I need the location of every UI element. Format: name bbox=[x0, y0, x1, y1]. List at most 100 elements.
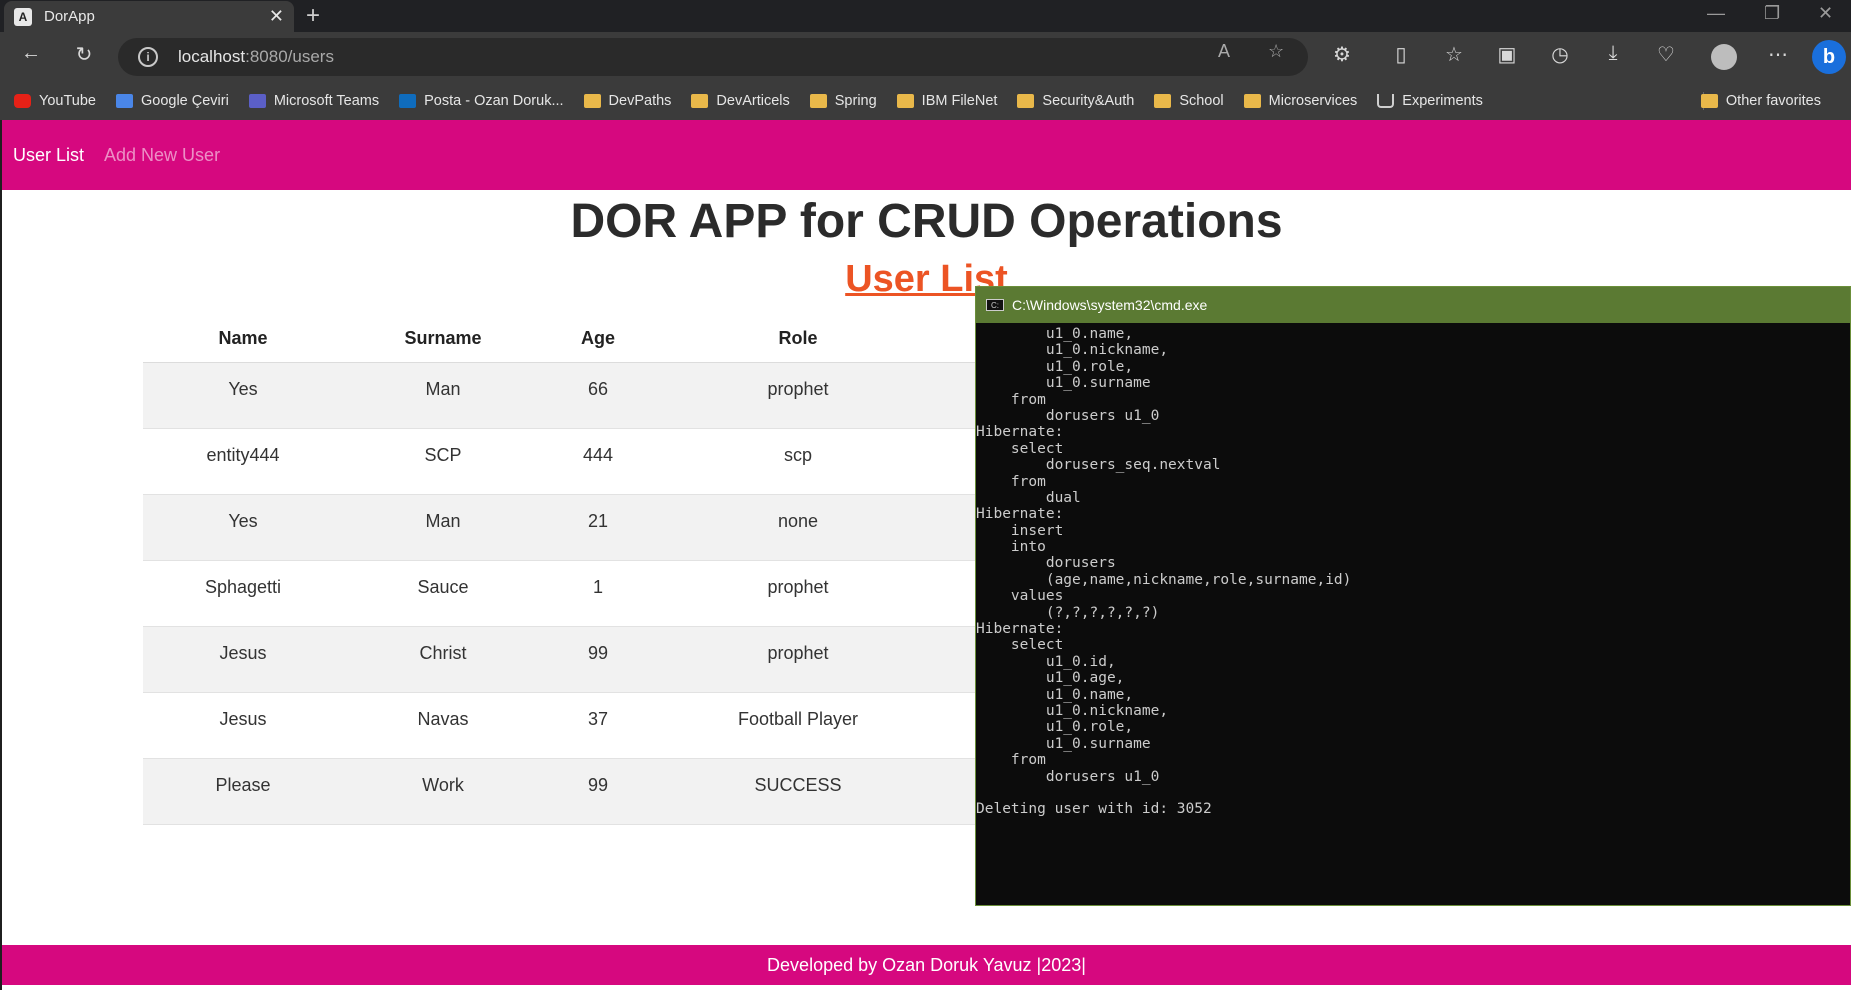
flask-icon bbox=[1377, 94, 1395, 108]
more-options-icon[interactable]: ⋯ bbox=[1763, 42, 1793, 67]
address-path: :8080/users bbox=[245, 47, 334, 66]
table-cell: 37 bbox=[543, 692, 653, 759]
bookmark-item[interactable]: Spring bbox=[809, 93, 877, 109]
google-translate-icon bbox=[115, 94, 133, 108]
browser-tab[interactable]: A DorApp ✕ bbox=[4, 1, 294, 32]
window-close-icon[interactable]: ✕ bbox=[1818, 3, 1833, 24]
table-cell: Sauce bbox=[343, 560, 543, 627]
address-bar[interactable]: i localhost:8080/users bbox=[118, 38, 1308, 76]
table-cell: 444 bbox=[543, 428, 653, 495]
console-line: dorusers u1_0 bbox=[976, 768, 1160, 785]
collections-icon[interactable]: ▣ bbox=[1492, 42, 1522, 67]
column-header[interactable]: Name bbox=[143, 316, 343, 363]
address-host: localhost bbox=[178, 47, 246, 66]
console-line: into bbox=[976, 539, 1046, 556]
bookmark-item[interactable]: Microservices bbox=[1243, 93, 1357, 109]
table-cell: scp bbox=[653, 428, 943, 495]
console-line: dorusers bbox=[976, 555, 1116, 572]
table-cell: Navas bbox=[343, 692, 543, 759]
console-line: u1_0.name, bbox=[976, 326, 1134, 342]
table-cell: Jesus bbox=[143, 626, 343, 693]
table-cell: Christ bbox=[343, 626, 543, 693]
console-line: u1_0.name, bbox=[976, 686, 1134, 703]
new-tab-icon[interactable]: + bbox=[306, 2, 320, 30]
bookmarks-bar: YouTube Google Çeviri Microsoft Teams Posta… bbox=[0, 82, 1851, 120]
console-line: insert bbox=[976, 522, 1064, 539]
cmd-output[interactable]: u1_0.name, u1_0.nickname, u1_0.role, u1_… bbox=[976, 323, 1850, 817]
browser-essentials-icon[interactable]: ♡ bbox=[1651, 42, 1681, 67]
table-cell: Football Player bbox=[653, 692, 943, 759]
column-header[interactable]: Surname bbox=[343, 316, 543, 363]
app-footer: Developed by Ozan Doruk Yavuz |2023| bbox=[2, 945, 1851, 985]
bookmark-item[interactable]: Google Çeviri bbox=[115, 93, 229, 109]
bookmark-label: School bbox=[1179, 93, 1224, 109]
youtube-icon bbox=[14, 94, 31, 108]
folder-icon bbox=[1243, 94, 1261, 108]
site-info-icon[interactable]: i bbox=[138, 47, 158, 67]
table-cell: Man bbox=[343, 362, 543, 429]
bookmark-label: Google Çeviri bbox=[140, 93, 229, 109]
console-line: u1_0.role, bbox=[976, 358, 1134, 375]
bookmark-label: DevArticels bbox=[716, 93, 790, 109]
cmd-title: C:\Windows\system32\cmd.exe bbox=[1012, 297, 1208, 313]
column-header[interactable]: Role bbox=[653, 316, 943, 363]
extensions-icon[interactable]: ⚙ bbox=[1327, 42, 1357, 67]
bing-copilot-icon[interactable]: b bbox=[1812, 40, 1846, 74]
bookmark-other-favorites[interactable]: Other favorites bbox=[1700, 82, 1821, 120]
console-line: from bbox=[976, 391, 1046, 408]
minimize-icon[interactable]: — bbox=[1707, 3, 1725, 24]
bookmark-item[interactable]: School bbox=[1154, 93, 1224, 109]
bookmark-item[interactable]: YouTube bbox=[14, 93, 96, 109]
bookmark-label: Security&Auth bbox=[1042, 93, 1135, 109]
console-line: (?,?,?,?,?,?) bbox=[976, 604, 1160, 621]
table-cell: Please bbox=[143, 758, 343, 825]
bookmark-item[interactable]: Experiments bbox=[1377, 93, 1483, 109]
bookmark-item[interactable]: DevPaths bbox=[583, 93, 672, 109]
bookmark-item[interactable]: DevArticels bbox=[691, 93, 790, 109]
bookmark-label: DevPaths bbox=[608, 93, 672, 109]
profile-avatar[interactable] bbox=[1711, 44, 1737, 70]
read-aloud-icon[interactable]: A bbox=[1218, 41, 1230, 62]
bookmark-item[interactable]: Posta - Ozan Doruk... bbox=[399, 93, 564, 109]
table-cell: Yes bbox=[143, 494, 343, 561]
cmd-window[interactable]: C: C:\Windows\system32\cmd.exe u1_0.name… bbox=[975, 286, 1851, 906]
console-line: u1_0.age, bbox=[976, 670, 1125, 687]
table-cell: SUCCESS bbox=[653, 758, 943, 825]
refresh-icon[interactable]: ↻ bbox=[69, 42, 99, 67]
nav-user-list-link[interactable]: User List bbox=[13, 145, 84, 166]
app-navbar: User List Add New User bbox=[2, 120, 1851, 190]
favorites-icon[interactable]: ☆ bbox=[1439, 42, 1469, 67]
table-cell: Sphagetti bbox=[143, 560, 343, 627]
console-line: u1_0.surname bbox=[976, 735, 1151, 752]
page-title: DOR APP for CRUD Operations bbox=[570, 195, 1283, 248]
folder-icon bbox=[1017, 94, 1035, 108]
back-icon[interactable]: ← bbox=[16, 42, 46, 65]
split-screen-icon[interactable]: ▯ bbox=[1386, 42, 1416, 67]
table-cell: prophet bbox=[653, 560, 943, 627]
bookmark-item[interactable]: Security&Auth bbox=[1017, 93, 1134, 109]
table-cell: prophet bbox=[653, 362, 943, 429]
downloads-icon[interactable]: ⤓ bbox=[1598, 42, 1628, 65]
bookmark-label: YouTube bbox=[39, 93, 96, 109]
nav-add-new-user-link[interactable]: Add New User bbox=[104, 145, 220, 166]
bookmark-item[interactable]: Microsoft Teams bbox=[248, 93, 379, 109]
table-cell: 99 bbox=[543, 626, 653, 693]
console-line: u1_0.id, bbox=[976, 653, 1116, 670]
table-cell: 21 bbox=[543, 494, 653, 561]
table-cell: prophet bbox=[653, 626, 943, 693]
bookmark-label: Other favorites bbox=[1725, 93, 1821, 109]
favorite-star-icon[interactable]: ☆ bbox=[1268, 41, 1284, 62]
column-header[interactable]: Age bbox=[543, 316, 653, 363]
tab-title: DorApp bbox=[44, 8, 95, 25]
bookmark-item[interactable]: IBM FileNet bbox=[896, 93, 997, 109]
console-line: u1_0.role, bbox=[976, 719, 1134, 736]
bookmark-label: Experiments bbox=[1402, 93, 1483, 109]
table-cell: Work bbox=[343, 758, 543, 825]
cmd-title-bar[interactable]: C: C:\Windows\system32\cmd.exe bbox=[976, 287, 1850, 323]
restore-icon[interactable]: ❐ bbox=[1764, 3, 1780, 24]
history-icon[interactable]: ◷ bbox=[1545, 42, 1575, 67]
folder-icon bbox=[1154, 94, 1172, 108]
console-line: Hibernate: bbox=[976, 424, 1064, 441]
close-tab-icon[interactable]: ✕ bbox=[269, 6, 284, 27]
